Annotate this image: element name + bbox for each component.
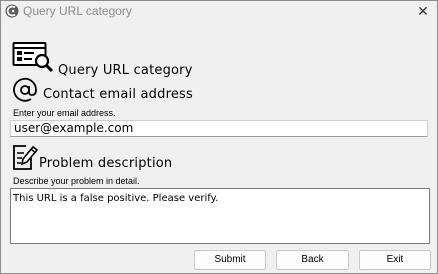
contact-email-heading: Contact email address — [43, 87, 193, 102]
submit-button[interactable]: Submit — [194, 250, 266, 270]
page-title: Query URL category — [58, 63, 193, 78]
dialog-window: Query URL category ✕ Query URL category … — [0, 0, 438, 274]
problem-description-heading: Problem description — [39, 156, 173, 171]
edit-document-icon — [13, 145, 38, 170]
exit-button[interactable]: Exit — [359, 250, 431, 270]
problem-label: Describe your problem in detail. — [13, 176, 140, 186]
problem-description-textarea[interactable]: This URL is a false positive. Please ver… — [10, 188, 430, 244]
url-category-icon — [12, 42, 54, 73]
at-sign-icon — [13, 77, 37, 102]
title-bar: Query URL category ✕ — [1, 1, 437, 23]
window-title: Query URL category — [23, 4, 132, 18]
email-field[interactable]: user@example.com — [10, 120, 428, 137]
email-label: Enter your email address. — [13, 108, 116, 118]
back-button[interactable]: Back — [276, 250, 349, 270]
app-logo-icon — [5, 4, 19, 18]
close-button[interactable]: ✕ — [415, 3, 431, 19]
